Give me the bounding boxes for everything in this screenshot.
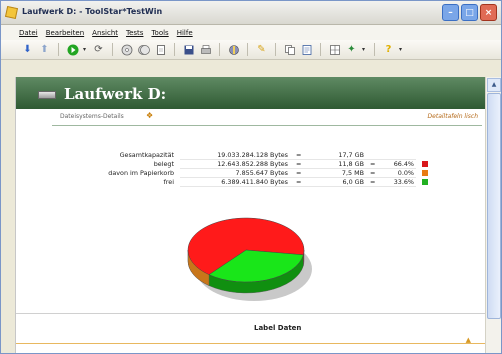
stat-equals: =	[296, 151, 302, 159]
toolbar: ⬇ ⬆ ▾ ⟳ ✎ ✦ ▾ ? ▾	[1, 40, 501, 60]
grid-icon[interactable]	[328, 43, 341, 56]
maximize-button[interactable]: □	[461, 4, 478, 21]
menu-ansicht[interactable]: Ansicht	[92, 29, 118, 37]
stat-size: 17,7 GB	[338, 151, 364, 159]
legend-swatch	[422, 170, 428, 176]
legend-swatch	[422, 179, 428, 185]
section-label: Label Daten	[254, 324, 302, 332]
left-gutter	[1, 60, 15, 353]
page-icon[interactable]	[300, 43, 313, 56]
stat-bytes: 6.389.411.840 Bytes	[221, 178, 288, 186]
stat-size: 7,5 MB	[341, 169, 364, 177]
pie-chart	[187, 217, 312, 301]
help-icon[interactable]: ?	[382, 43, 395, 56]
details-link[interactable]: Dateisystems-Details	[60, 113, 124, 120]
chevron-down-icon[interactable]: ❖	[146, 111, 153, 120]
drive-banner: Laufwerk D:	[16, 77, 486, 109]
toolbar-separator	[247, 43, 248, 56]
toolbar-separator	[219, 43, 220, 56]
wizard-dropdown-icon[interactable]: ▾	[362, 46, 367, 53]
stat-label: belegt	[153, 160, 174, 168]
tool-icon[interactable]	[227, 43, 240, 56]
disc-group-icon[interactable]	[137, 43, 150, 56]
help-dropdown-icon[interactable]: ▾	[399, 46, 404, 53]
vertical-scrollbar[interactable]: ▲	[485, 77, 501, 353]
divider	[16, 313, 486, 314]
stat-size: 11,8 GB	[338, 160, 364, 168]
stat-label: frei	[163, 178, 174, 186]
file-icon[interactable]	[154, 43, 167, 56]
toolbar-separator	[174, 43, 175, 56]
disc-icon[interactable]	[120, 43, 133, 56]
copy-icon[interactable]	[283, 43, 296, 56]
page-title: Laufwerk D:	[64, 85, 167, 103]
scroll-up-icon[interactable]: ▲	[487, 78, 501, 92]
up-arrow-icon[interactable]: ⬆	[38, 43, 51, 56]
menu-tools[interactable]: Tools	[151, 29, 168, 37]
tag-icon[interactable]: ✎	[255, 43, 268, 56]
refresh-icon[interactable]: ⟳	[92, 43, 105, 56]
drive-icon	[38, 91, 56, 99]
menu-bearbeiten[interactable]: Bearbeiten	[46, 29, 84, 37]
stat-equals: =	[296, 169, 302, 177]
stat-equals: =	[296, 178, 302, 186]
app-window: Laufwerk D: - ToolStar*TestWin – □ × Dat…	[0, 0, 502, 354]
stat-percent: 0.0%	[397, 169, 414, 177]
divider	[16, 343, 486, 344]
close-button[interactable]: ×	[480, 4, 497, 21]
print-icon[interactable]	[199, 43, 212, 56]
toolbar-separator	[374, 43, 375, 56]
details-bar: Dateisystems-Details ❖ Detailtafeln lisc…	[16, 109, 486, 126]
app-icon	[4, 5, 19, 20]
window-controls: – □ ×	[442, 4, 497, 21]
window-title: Laufwerk D: - ToolStar*TestWin	[22, 7, 163, 16]
minimize-button[interactable]: –	[442, 4, 459, 21]
stat-percent: 66.4%	[393, 160, 414, 168]
legend-swatch	[422, 161, 428, 167]
toolbar-separator	[275, 43, 276, 56]
stat-bytes: 12.643.852.288 Bytes	[217, 160, 288, 168]
top-gutter	[15, 60, 501, 77]
stat-equals: =	[370, 169, 376, 177]
down-arrow-icon[interactable]: ⬇	[21, 43, 34, 56]
go-dropdown-icon[interactable]: ▾	[83, 46, 88, 53]
menu-tests[interactable]: Tests	[126, 29, 143, 37]
stat-bytes: 19.033.284.128 Bytes	[217, 151, 288, 159]
wizard-icon[interactable]: ✦	[345, 43, 358, 56]
content-area: Laufwerk D: Dateisystems-Details ❖ Detai…	[15, 77, 486, 353]
scroll-thumb[interactable]	[487, 93, 501, 319]
stat-size: 6,0 GB	[342, 178, 364, 186]
save-icon[interactable]	[182, 43, 195, 56]
divider	[52, 125, 482, 126]
toolbar-separator	[320, 43, 321, 56]
row-divider	[180, 186, 416, 187]
menu-bar: Datei Bearbeiten Ansicht Tests Tools Hil…	[1, 25, 501, 40]
stat-equals: =	[370, 178, 376, 186]
title-bar[interactable]: Laufwerk D: - ToolStar*TestWin – □ ×	[1, 1, 501, 25]
stat-percent: 33.6%	[393, 178, 414, 186]
go-icon[interactable]	[66, 43, 79, 56]
stat-label: Gesamtkapazität	[119, 151, 174, 159]
stat-bytes: 7.855.647 Bytes	[235, 169, 289, 177]
toolbar-separator	[58, 43, 59, 56]
menu-hilfe[interactable]: Hilfe	[177, 29, 193, 37]
stat-label: davon im Papierkorb	[108, 169, 174, 177]
toolbar-separator	[112, 43, 113, 56]
details-hint[interactable]: Detailtafeln lisch	[428, 113, 478, 120]
stat-equals: =	[296, 160, 302, 168]
stat-equals: =	[370, 160, 376, 168]
menu-datei[interactable]: Datei	[19, 29, 38, 37]
